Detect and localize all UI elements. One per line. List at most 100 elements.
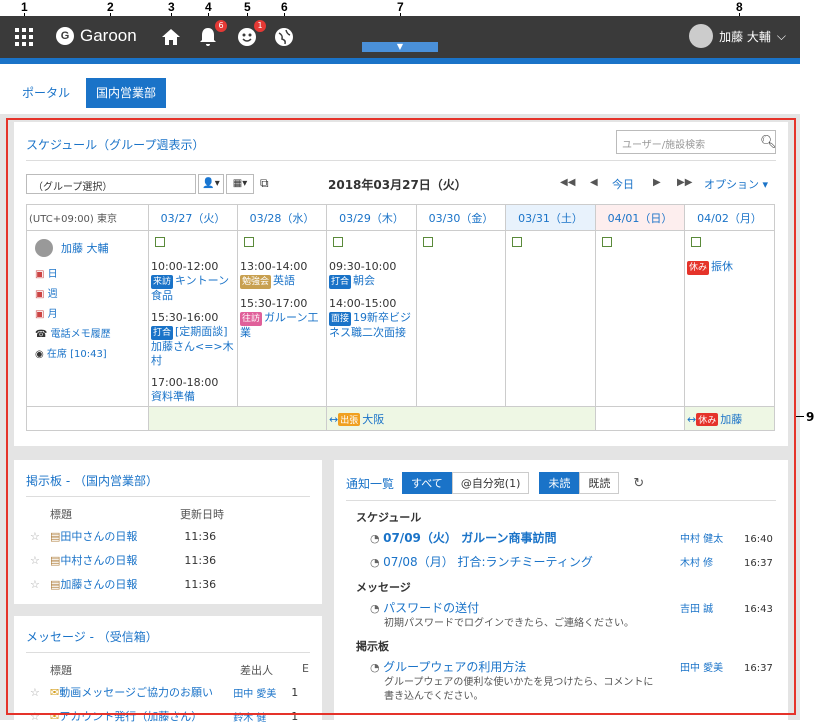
user-menu[interactable]: 加藤 大輔 ⌵ [689,24,786,48]
garoon-logo[interactable]: G Garoon [56,26,137,46]
day-cell[interactable]: 09:30-10:00 打合 朝会 14:00-15:00 面接 19新卒ビジネス職二次面… [326,230,417,407]
table-row[interactable]: ☆ ▤ 加藤さんの日報 11:36 [30,572,310,596]
message-title[interactable]: アカウント発行（加藤さん） [59,708,233,724]
presence-link[interactable]: ◉ 在席 [10:43] [35,345,146,365]
search-icon[interactable]: 🔍︎ [760,135,777,150]
user-select-icon[interactable]: 👤▾ [198,174,224,194]
star-icon[interactable]: ☆ [30,578,50,591]
week-view-link[interactable]: ▣ 週 [35,285,146,305]
messages-title[interactable]: メッセージ - （受信箱） [26,628,158,645]
filter-mine-button[interactable]: @自分宛(1) [451,472,530,494]
notification-sender[interactable]: 中村 健太 [680,532,723,548]
notification-item-title[interactable]: 07/09（火） ガルーン商事訪問 [383,531,556,545]
tab-domestic-sales[interactable]: 国内営業部 [86,78,167,108]
collapse-header-button[interactable]: ▼ [362,42,438,52]
day-cell[interactable] [505,230,596,407]
board-topic-title[interactable]: 中村さんの日報 [60,552,184,568]
add-event-icon[interactable] [244,237,254,247]
prev-week-icon[interactable]: ◀◀ [560,177,575,188]
notification-item[interactable]: ◔ 07/09（火） ガルーン商事訪問 中村 健太 16:40 [370,528,776,552]
board-title[interactable]: 掲示板 - （国内営業部） [26,472,158,489]
event-title[interactable]: 振休 [711,260,733,273]
day-header[interactable]: 03/29（木） [326,204,417,231]
next-week-icon[interactable]: ▶▶ [677,177,692,188]
app-menu-icon[interactable] [11,24,37,50]
message-title[interactable]: 動画メッセージご協力のお願い [59,684,233,700]
facility-select-icon[interactable]: ▦▾ [226,174,254,194]
calendar-event[interactable]: 15:30-17:00 往訪 ガルーン工業 [240,297,324,340]
filter-read-button[interactable]: 既読 [579,472,620,494]
day-header[interactable]: 04/02（月） [684,204,775,231]
home-icon[interactable] [158,24,184,50]
message-sender[interactable]: 田中 愛美 [233,685,291,700]
notification-item[interactable]: ◔ グループウェアの利用方法 田中 愛美 16:37 グループウェアの便利な使いかたを… [370,657,776,704]
banner-off[interactable]: ↔ 休み 加藤 [684,406,775,431]
board-topic-title[interactable]: 加藤さんの日報 [60,576,184,592]
day-cell[interactable]: 休み 振休 [684,230,775,407]
options-menu[interactable]: オプション ▾ [704,176,768,192]
calendar-event[interactable]: 15:30-16:00 打合 [定期面談]加藤さん<=>木村 [151,311,235,368]
event-title[interactable]: 英語 [273,274,295,287]
calendar-event[interactable]: 休み 振休 [687,260,772,275]
day-view-link[interactable]: ▣ 日 [35,265,146,285]
star-icon[interactable]: ☆ [30,554,50,567]
table-row[interactable]: ☆ ✉ 動画メッセージご協力のお願い 田中 愛美 1 [30,680,320,704]
calendar-event[interactable]: 10:00-12:00 来訪 キントーン食品 [151,260,235,303]
day-header[interactable]: 03/30（金） [416,204,506,231]
add-event-icon[interactable] [602,237,612,247]
board-topic-title[interactable]: 田中さんの日報 [60,528,184,544]
notification-item-title[interactable]: パスワードの送付 [383,601,479,615]
calendar-event[interactable]: 14:00-15:00 面接 19新卒ビジネス職二次面接 [329,297,414,340]
message-sender[interactable]: 鈴木 健 [233,709,291,724]
day-header[interactable]: 03/28（水） [237,204,327,231]
schedule-title[interactable]: スケジュール（グループ週表示） [26,136,204,153]
day-cell[interactable]: 10:00-12:00 来訪 キントーン食品 15:30-16:00 打合 [定期面談]加… [148,230,238,407]
table-row[interactable]: ☆ ▤ 中村さんの日報 11:36 [30,548,310,572]
day-cell[interactable] [416,230,506,407]
prev-day-icon[interactable]: ◀ [590,177,598,188]
add-event-icon[interactable] [155,237,165,247]
add-event-icon[interactable] [423,237,433,247]
next-day-icon[interactable]: ▶ [653,177,661,188]
user-link[interactable]: 加藤 大輔 [61,240,109,256]
notification-sender[interactable]: 木村 修 [680,556,713,572]
add-event-icon[interactable] [512,237,522,247]
notification-bell-icon[interactable]: 6 [195,20,227,50]
day-header-sunday[interactable]: 04/01（日） [595,204,685,231]
notification-item-title[interactable]: グループウェアの利用方法 [383,660,526,674]
notification-sender[interactable]: 吉田 誠 [680,602,713,618]
star-icon[interactable]: ☆ [30,686,50,699]
star-icon[interactable]: ☆ [30,530,50,543]
today-button[interactable]: 今日 [612,176,634,192]
table-row[interactable]: ☆ ✉ アカウント発行（加藤さん） 鈴木 健1 [30,704,320,728]
notification-sender[interactable]: 田中 愛美 [680,661,723,677]
month-view-link[interactable]: ▣ 月 [35,305,146,325]
refresh-icon[interactable]: ↻ [633,476,644,491]
add-event-icon[interactable] [691,237,701,247]
calendar-event[interactable]: 09:30-10:00 打合 朝会 [329,260,414,289]
banner-trip[interactable]: ↔ 出張 大阪 [326,406,596,431]
calendar-event[interactable]: 17:00-18:00 資料準備 [151,376,235,404]
global-link-icon[interactable] [271,24,297,50]
day-cell[interactable] [595,230,685,407]
notification-item[interactable]: ◔ 07/08（月） 打合:ランチミーティング 木村 修 16:37 [370,552,776,576]
notification-item-title[interactable]: 07/08（月） 打合:ランチミーティング [383,555,593,569]
day-cell[interactable]: 13:00-14:00 勉強会 英語 15:30-17:00 往訪 ガルーン工業 [237,230,327,407]
day-header[interactable]: 03/27（火） [148,204,238,231]
table-row[interactable]: ☆ ▤ 田中さんの日報 11:36 [30,524,310,548]
day-header-saturday[interactable]: 03/31（土） [505,204,596,231]
copy-window-icon[interactable]: ⧉ [260,176,269,191]
favorites-person-icon[interactable]: 1 [234,20,266,50]
filter-unread-button[interactable]: 未読 [539,472,580,494]
phone-memo-link[interactable]: ☎ 電話メモ履歴 [35,325,146,345]
group-select[interactable]: （グループ選択） [26,174,196,194]
tab-portal[interactable]: ポータル [12,78,80,108]
event-title[interactable]: 朝会 [353,274,375,287]
calendar-event[interactable]: 13:00-14:00 勉強会 英語 [240,260,324,289]
user-facility-search-input[interactable]: ユーザー/施設検索 [616,130,776,154]
event-title[interactable]: 資料準備 [151,390,195,403]
add-event-icon[interactable] [333,237,343,247]
filter-all-button[interactable]: すべて [402,472,452,494]
star-icon[interactable]: ☆ [30,710,50,723]
notification-item[interactable]: ◔ パスワードの送付 吉田 誠 16:43 初期パスワードでログインできたら、ご連絡く… [370,598,776,631]
